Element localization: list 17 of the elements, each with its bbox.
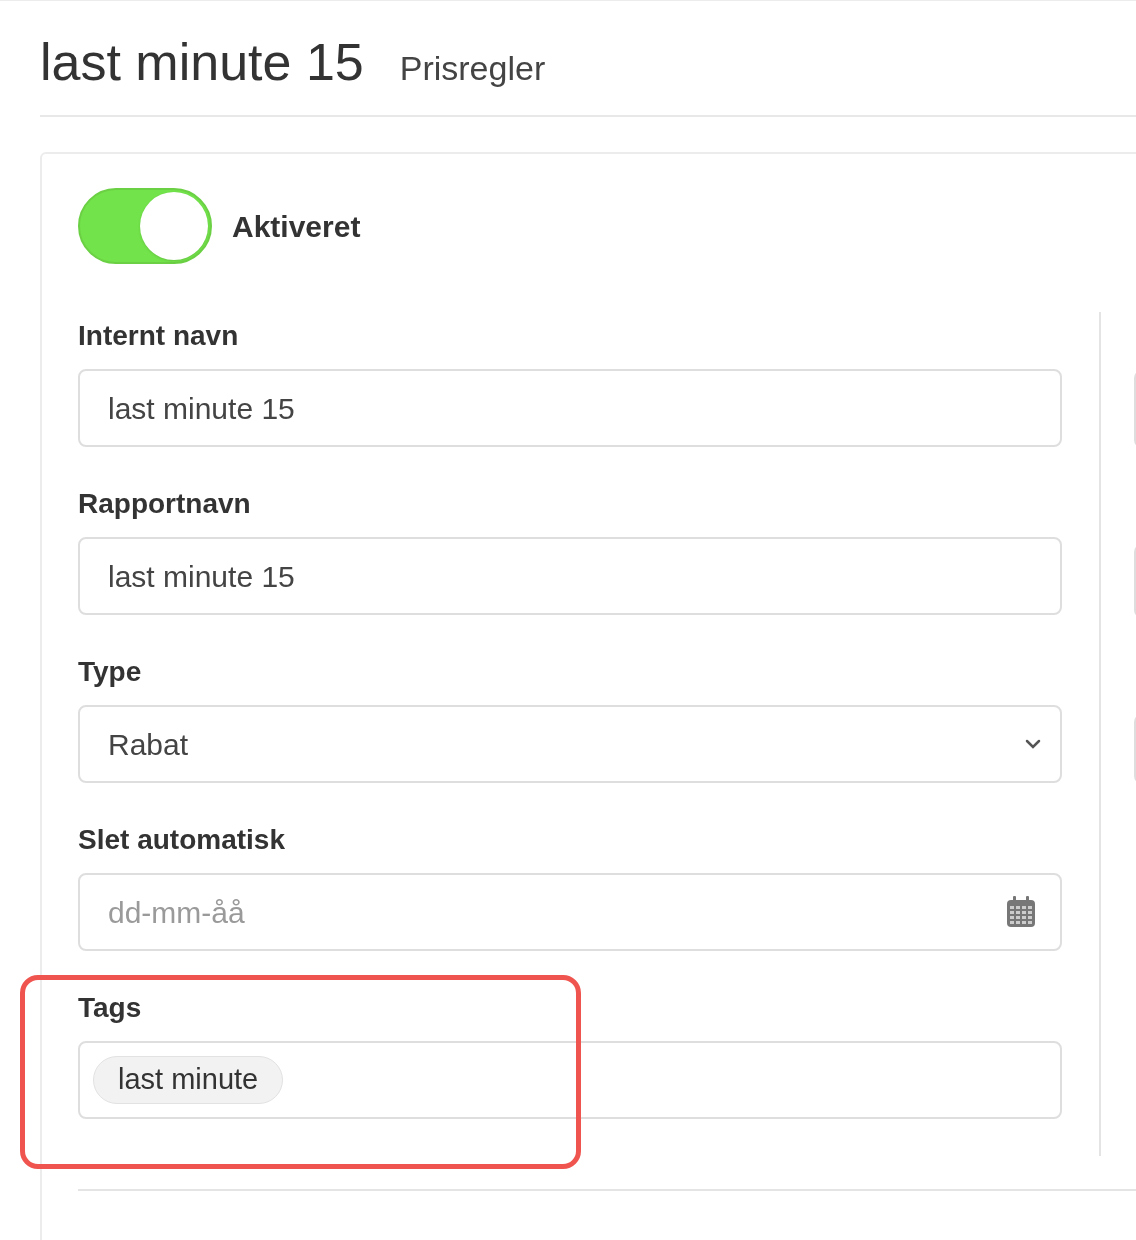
text-field[interactable]: last minute 15: [78, 537, 1062, 615]
tag-chip[interactable]: last minute: [93, 1056, 284, 1104]
field-label: Rapportnavn: [78, 487, 252, 521]
text-field[interactable]: last minute 15: [78, 369, 1062, 447]
tags-field[interactable]: last minute: [78, 1041, 1062, 1119]
select-value: Rabat: [108, 726, 189, 763]
chevron-down-icon: [1024, 738, 1042, 750]
toggle-label: Aktiveret: [232, 208, 361, 245]
field-label: Type: [78, 655, 143, 689]
placeholder-text: dd-mm-åå: [108, 894, 245, 931]
page-title: last minute 15: [40, 32, 364, 93]
calendar-icon[interactable]: [1006, 896, 1036, 928]
page-subtitle: Prisregler: [399, 48, 546, 89]
field-label: Tags: [78, 991, 143, 1025]
field-label: Internt navn: [78, 319, 240, 353]
field-label: Slet automatisk: [78, 823, 286, 857]
select-field[interactable]: Rabat: [78, 705, 1062, 783]
